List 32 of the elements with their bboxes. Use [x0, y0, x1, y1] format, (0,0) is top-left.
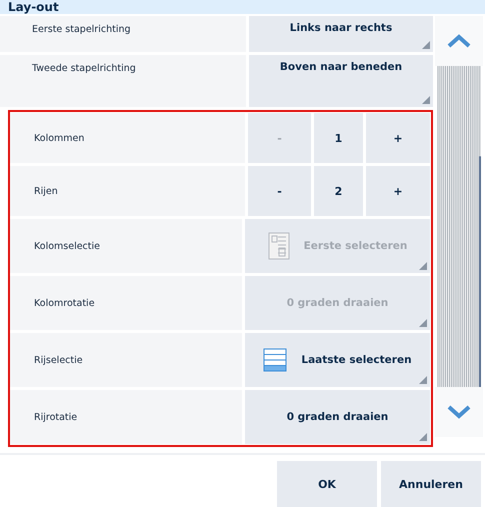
resize-corner-icon	[422, 41, 430, 49]
option-dropdown[interactable]: 0 graden draaien	[245, 390, 430, 444]
resize-corner-icon	[419, 376, 427, 384]
resize-corner-icon	[419, 319, 427, 327]
scroll-up-button[interactable]	[435, 16, 483, 66]
option-dropdown[interactable]: Links naar rechts	[249, 16, 433, 52]
cancel-button[interactable]: Annuleren	[381, 461, 481, 507]
setting-label: Rijselectie	[33, 354, 83, 366]
setting-label: Eerste stapelrichting	[31, 23, 131, 37]
chevron-down-icon	[447, 405, 471, 419]
decrease-button[interactable]: -	[248, 166, 311, 216]
setting-label: Rijen	[33, 186, 58, 196]
scroll-down-button[interactable]	[435, 387, 483, 437]
window-title: Lay-out	[0, 0, 485, 14]
setting-label: Rijrotatie	[33, 412, 78, 422]
count-value: 1	[314, 113, 363, 163]
resize-corner-icon	[419, 262, 427, 270]
increase-button[interactable]: +	[366, 113, 430, 163]
count-value: 2	[314, 166, 363, 216]
resize-corner-icon	[419, 433, 427, 441]
setting-label: Tweede stapelrichting	[31, 62, 136, 76]
resize-corner-icon	[422, 96, 430, 104]
increase-button[interactable]: +	[366, 166, 430, 216]
chevron-up-icon	[447, 34, 471, 48]
setting-label: Kolommen	[33, 132, 84, 144]
option-dropdown[interactable]: Laatste selecteren	[245, 333, 430, 387]
setting-label: Kolomselectie	[33, 240, 100, 252]
option-dropdown[interactable]: Boven naar beneden	[249, 55, 433, 107]
document-icon	[268, 232, 290, 260]
rows-icon	[263, 348, 288, 372]
ok-button[interactable]: OK	[277, 461, 377, 507]
setting-label: Kolomrotatie	[33, 298, 95, 308]
